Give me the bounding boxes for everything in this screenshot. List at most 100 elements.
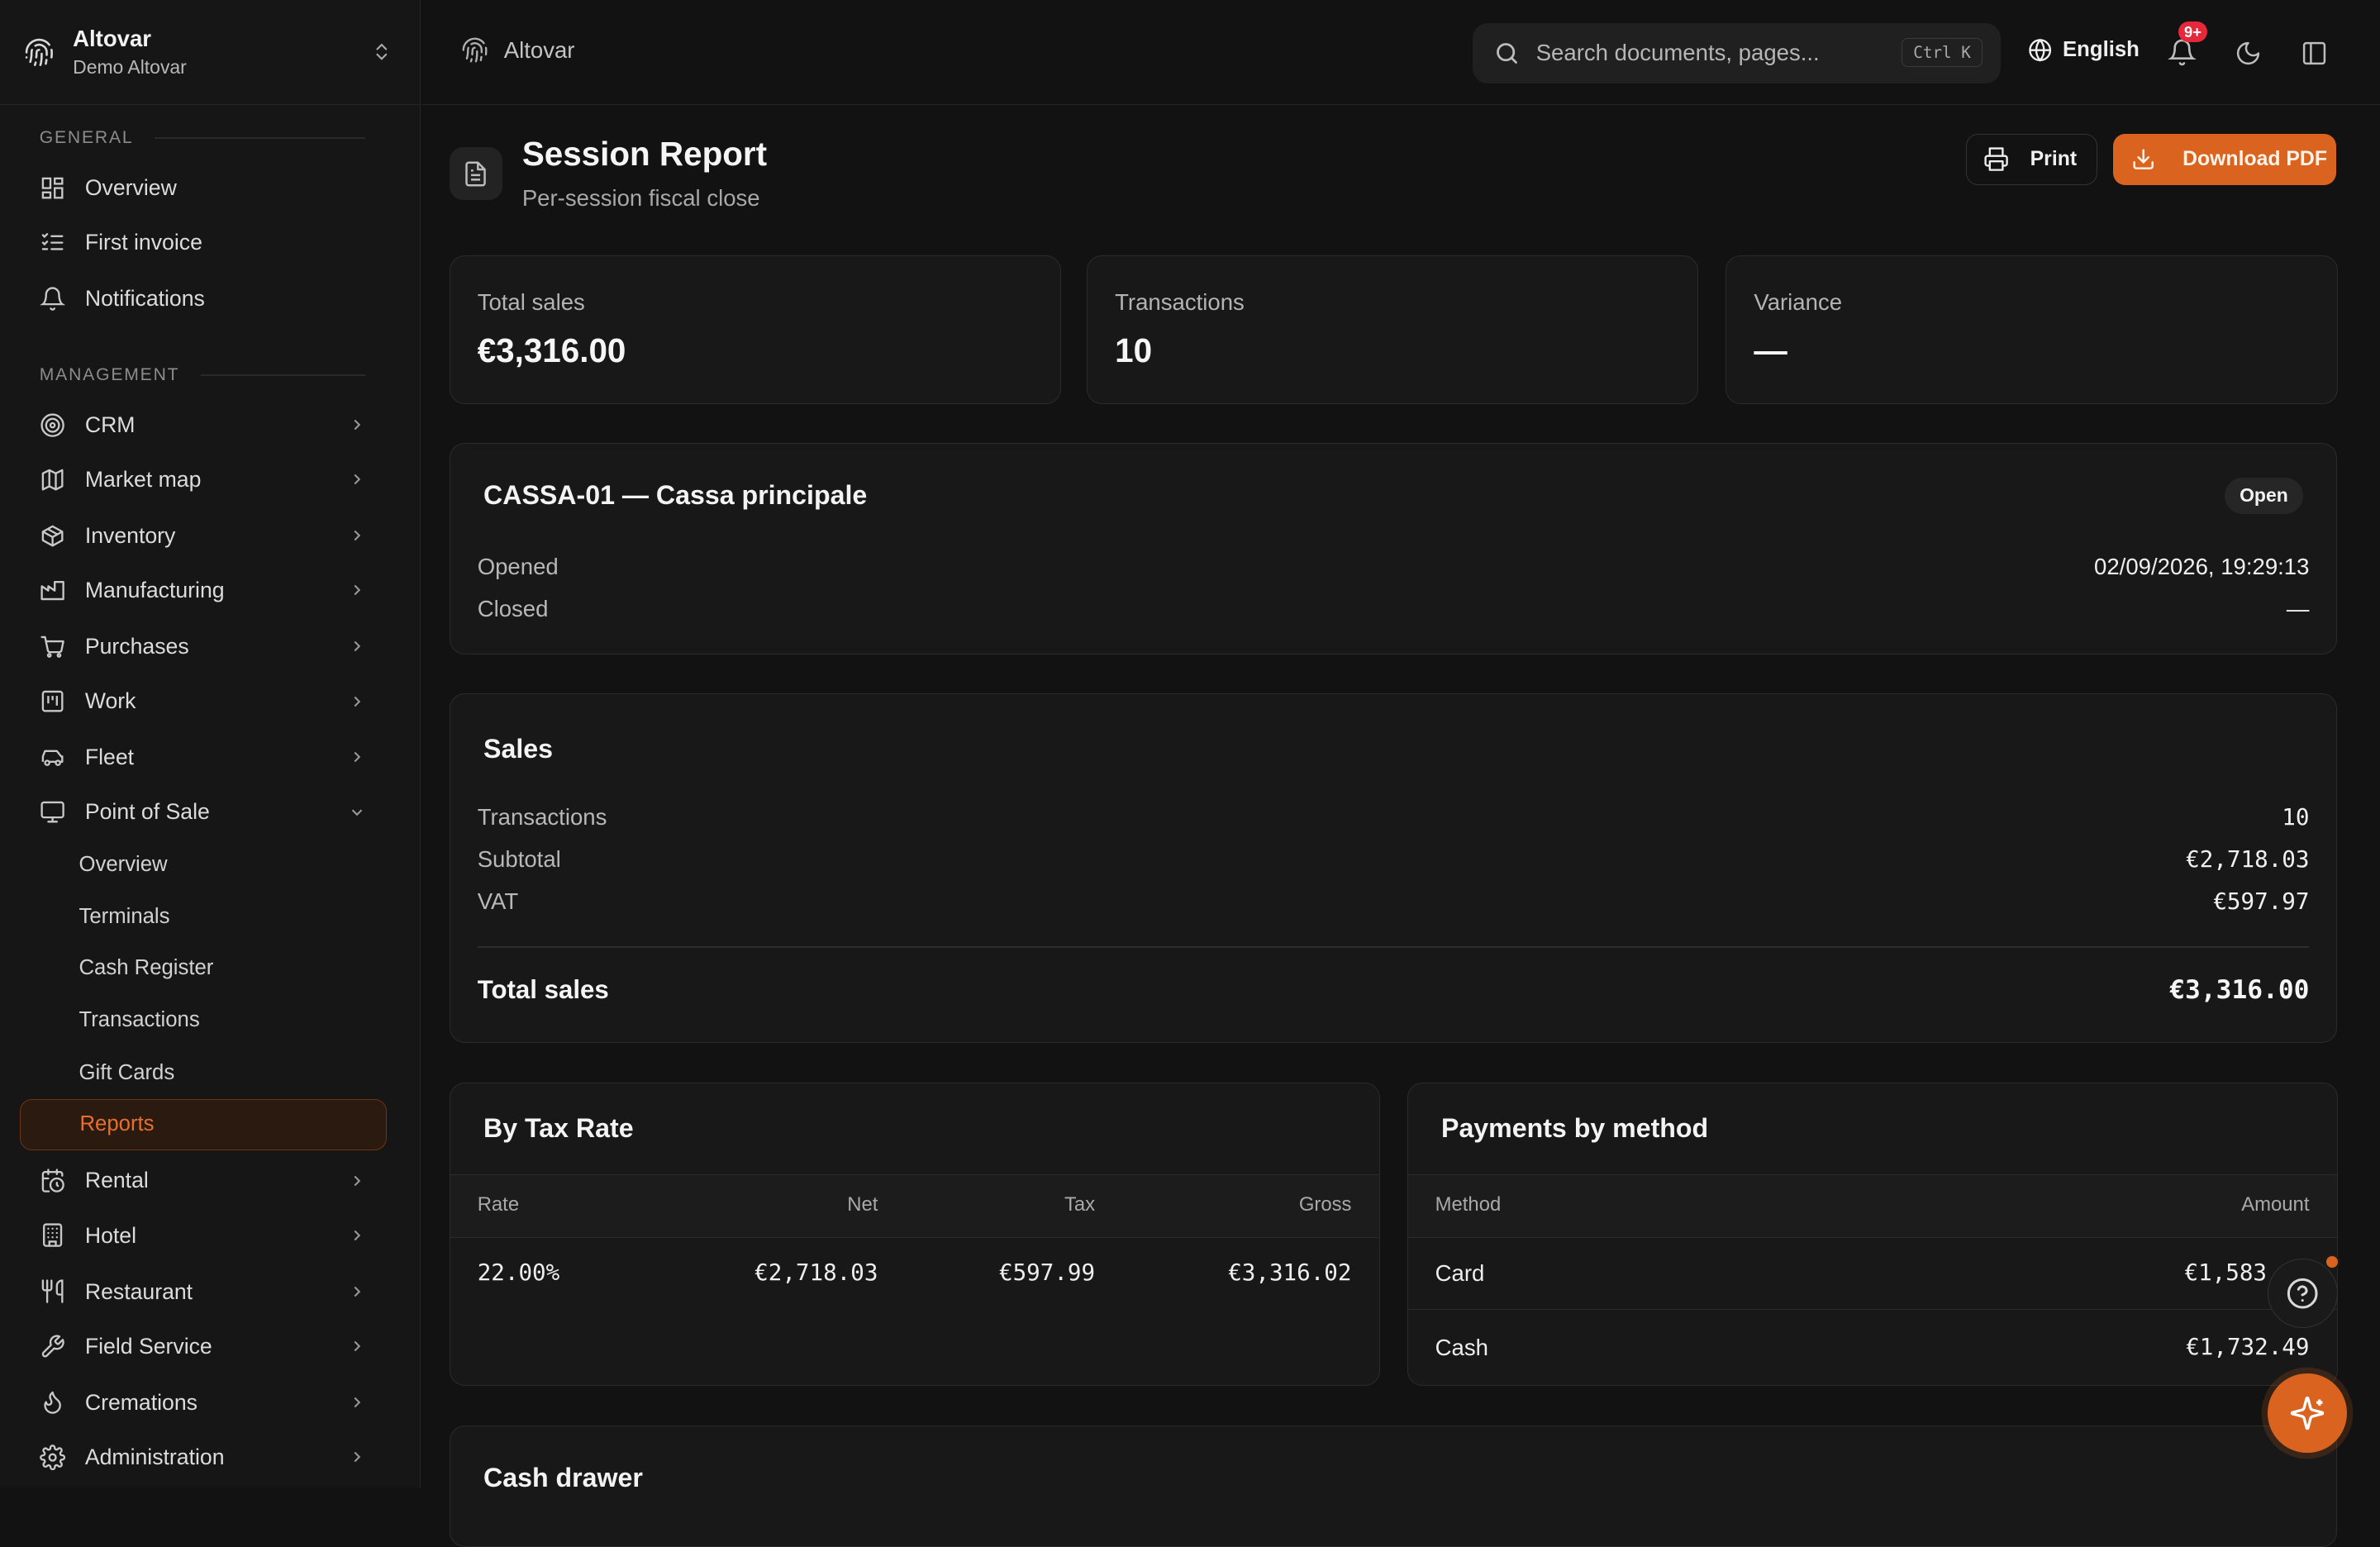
session-title: CASSA-01 — Cassa principale xyxy=(483,480,868,511)
column-header: Rate xyxy=(477,1192,520,1216)
chevron-right-icon xyxy=(348,748,366,766)
sidebar-subitem-gift-cards[interactable]: Gift Cards xyxy=(20,1049,387,1097)
sidebar-item-field-service[interactable]: Field Service xyxy=(20,1321,387,1372)
sidebar-item-label: Notifications xyxy=(84,286,205,312)
table-cell: €597.99 xyxy=(998,1259,1096,1286)
sidebar-item-label: CRM xyxy=(84,412,136,437)
stat-value: — xyxy=(1754,331,1787,370)
sidebar-item-overview[interactable]: Overview xyxy=(20,163,387,214)
bell-icon xyxy=(39,286,65,312)
column-header: Method xyxy=(1435,1192,1502,1216)
sidebar: Altovar Demo Altovar GENERAL Overview Fi… xyxy=(0,0,421,1488)
stat-card-transactions: Transactions 10 xyxy=(1087,255,1699,404)
cart-icon xyxy=(40,634,65,659)
download-label: Download PDF xyxy=(2182,147,2327,170)
section-management: MANAGEMENT xyxy=(0,361,420,388)
print-button[interactable]: Print xyxy=(1965,133,2098,186)
print-label: Print xyxy=(2030,147,2078,170)
download-pdf-button[interactable]: Download PDF xyxy=(2112,133,2336,186)
topbar: Altovar Search documents, pages... Ctrl … xyxy=(421,0,2380,105)
language-selector[interactable]: English xyxy=(2028,38,2140,62)
printer-icon xyxy=(1984,147,2008,172)
sidebar-item-label: Hotel xyxy=(84,1222,136,1248)
utensils-icon xyxy=(40,1278,65,1304)
total-sales-value: €3,316.00 xyxy=(2169,975,2310,1006)
sidebar-item-crm[interactable]: CRM xyxy=(20,399,387,450)
search-input[interactable]: Search documents, pages... Ctrl K xyxy=(1472,22,2001,83)
chevron-right-icon xyxy=(348,526,366,545)
fingerprint-icon xyxy=(462,37,488,63)
closed-label: Closed xyxy=(477,595,549,621)
sidebar-toggle-icon[interactable] xyxy=(2301,40,2328,67)
sidebar-subitem-label: Terminals xyxy=(79,904,170,928)
org-name: Altovar xyxy=(73,25,152,51)
calendar-clock-icon xyxy=(40,1168,65,1193)
notifications-bell-icon[interactable] xyxy=(2167,38,2197,67)
ai-assistant-button[interactable] xyxy=(2268,1373,2347,1453)
search-placeholder: Search documents, pages... xyxy=(1535,40,1820,66)
table-cell: €3,316.02 xyxy=(1228,1259,1352,1286)
org-switcher[interactable]: Altovar Demo Altovar xyxy=(0,0,420,105)
sidebar-item-work[interactable]: Work xyxy=(20,675,387,726)
sidebar-item-rental[interactable]: Rental xyxy=(20,1155,387,1207)
sidebar-item-administration[interactable]: Administration xyxy=(20,1431,387,1483)
sidebar-item-label: Cremations xyxy=(84,1389,198,1415)
stat-card-variance: Variance — xyxy=(1726,255,2338,404)
sales-title: Sales xyxy=(483,734,553,764)
closed-value: — xyxy=(2286,595,2310,621)
sidebar-subitem-reports[interactable]: Reports xyxy=(19,1098,388,1151)
stat-value: €3,316.00 xyxy=(477,331,626,370)
page-subtitle: Per-session fiscal close xyxy=(521,185,760,212)
sidebar-subitem-label: Overview xyxy=(79,853,168,877)
table-row: Card €1,583 xyxy=(1407,1236,2337,1311)
table-header: Rate Net Tax Gross xyxy=(450,1173,1379,1239)
language-label: English xyxy=(2063,38,2140,62)
table-cell: €1,583 xyxy=(2184,1259,2268,1286)
chevron-right-icon xyxy=(348,416,366,434)
sidebar-item-purchases[interactable]: Purchases xyxy=(20,621,387,672)
main-content: Session Report Per-session fiscal close … xyxy=(422,105,2380,1547)
sidebar-subitem-transactions[interactable]: Transactions xyxy=(20,996,387,1045)
table-cell: Cash xyxy=(1435,1335,1488,1361)
sidebar-item-label: Overview xyxy=(84,175,177,201)
stat-label: Total sales xyxy=(477,288,585,315)
sidebar-subitem-terminals[interactable]: Terminals xyxy=(20,892,387,941)
sparkles-icon xyxy=(2290,1396,2324,1430)
sidebar-item-inventory[interactable]: Inventory xyxy=(20,510,387,561)
breadcrumb[interactable]: Altovar xyxy=(461,36,574,64)
payments-card: Payments by method Method Amount Card €1… xyxy=(1407,1082,2338,1386)
opened-value: 02/09/2026, 19:29:13 xyxy=(2094,553,2310,579)
checklist-icon xyxy=(40,230,65,255)
sidebar-item-label: Administration xyxy=(84,1444,225,1469)
flame-icon xyxy=(40,1389,65,1415)
chevron-right-icon xyxy=(348,1283,366,1301)
divider xyxy=(477,946,2310,949)
theme-toggle-moon-icon[interactable] xyxy=(2235,40,2262,67)
file-text-icon xyxy=(449,147,502,201)
sidebar-item-label: Rental xyxy=(84,1168,149,1193)
help-circle-icon xyxy=(2287,1278,2318,1309)
sidebar-item-manufacturing[interactable]: Manufacturing xyxy=(20,564,387,616)
sidebar-subitem-cash-register[interactable]: Cash Register xyxy=(20,944,387,992)
sidebar-item-restaurant[interactable]: Restaurant xyxy=(20,1266,387,1317)
org-subtitle: Demo Altovar xyxy=(73,56,187,79)
table-cell: €1,732.49 xyxy=(2186,1333,2310,1360)
search-shortcut: Ctrl K xyxy=(1902,37,1983,67)
stat-value: 10 xyxy=(1115,331,1153,370)
sidebar-item-first-invoice[interactable]: First invoice xyxy=(20,217,387,269)
sidebar-item-label: Purchases xyxy=(84,633,189,659)
chevron-right-icon xyxy=(348,1226,366,1245)
sidebar-item-hotel[interactable]: Hotel xyxy=(20,1210,387,1261)
sidebar-subitem-pos-overview[interactable]: Overview xyxy=(20,841,387,890)
table-header: Method Amount xyxy=(1407,1173,2337,1239)
sidebar-item-fleet[interactable]: Fleet xyxy=(20,731,387,783)
sales-row-value: 10 xyxy=(2282,803,2310,831)
sidebar-item-market-map[interactable]: Market map xyxy=(20,454,387,505)
total-sales-label: Total sales xyxy=(477,975,609,1005)
stat-label: Transactions xyxy=(1115,288,1245,315)
map-icon xyxy=(40,467,65,493)
sidebar-item-notifications[interactable]: Notifications xyxy=(20,274,387,325)
sidebar-item-cremations[interactable]: Cremations xyxy=(20,1377,387,1428)
sidebar-item-point-of-sale[interactable]: Point of Sale xyxy=(20,786,387,837)
chevron-right-icon xyxy=(348,693,366,711)
